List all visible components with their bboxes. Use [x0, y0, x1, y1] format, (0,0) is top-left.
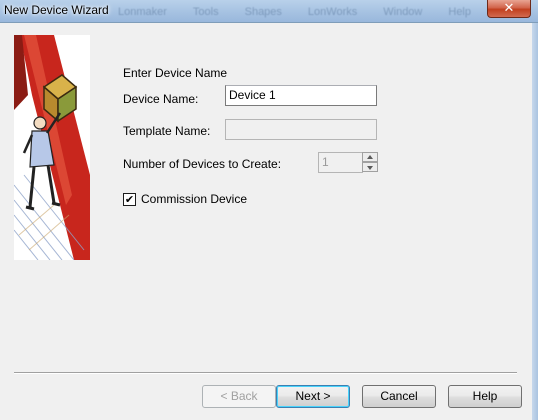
checkmark-icon: ✔: [124, 193, 135, 206]
commission-checkbox[interactable]: ✔: [123, 193, 136, 206]
template-name-label: Template Name:: [123, 124, 211, 138]
background-menu-item: LonWorks: [307, 6, 358, 18]
cancel-button[interactable]: Cancel: [362, 385, 436, 408]
close-icon: ✕: [503, 1, 515, 16]
commission-label[interactable]: Commission Device: [141, 192, 247, 206]
window-border: [532, 23, 538, 420]
background-menu-bar: Lonmaker Tools Shapes LonWorks Window He…: [118, 6, 471, 18]
background-menu-item: Window: [383, 6, 423, 18]
wizard-window: New Device Wizard Lonmaker Tools Shapes …: [0, 0, 538, 420]
device-name-field[interactable]: Device 1: [225, 85, 377, 106]
background-menu-item: Help: [448, 6, 471, 18]
section-heading: Enter Device Name: [123, 66, 228, 80]
wizard-illustration-icon: [13, 35, 90, 261]
button-divider: [14, 372, 517, 374]
num-devices-label: Number of Devices to Create:: [123, 157, 282, 171]
close-button[interactable]: ✕: [487, 0, 531, 18]
template-name-field: [225, 119, 377, 140]
spin-up-icon: [362, 152, 378, 162]
background-menu-item: Tools: [192, 6, 219, 18]
num-devices-field: 1: [318, 152, 363, 173]
spin-down-icon: [362, 162, 378, 172]
window-title: New Device Wizard: [4, 3, 109, 17]
help-button[interactable]: Help: [448, 385, 522, 408]
back-button: < Back: [202, 385, 276, 408]
background-menu-item: Lonmaker: [118, 6, 167, 18]
next-button[interactable]: Next >: [276, 385, 350, 408]
device-name-label: Device Name:: [123, 92, 199, 106]
background-menu-item: Shapes: [244, 6, 282, 18]
title-bar[interactable]: New Device Wizard Lonmaker Tools Shapes …: [0, 0, 538, 23]
